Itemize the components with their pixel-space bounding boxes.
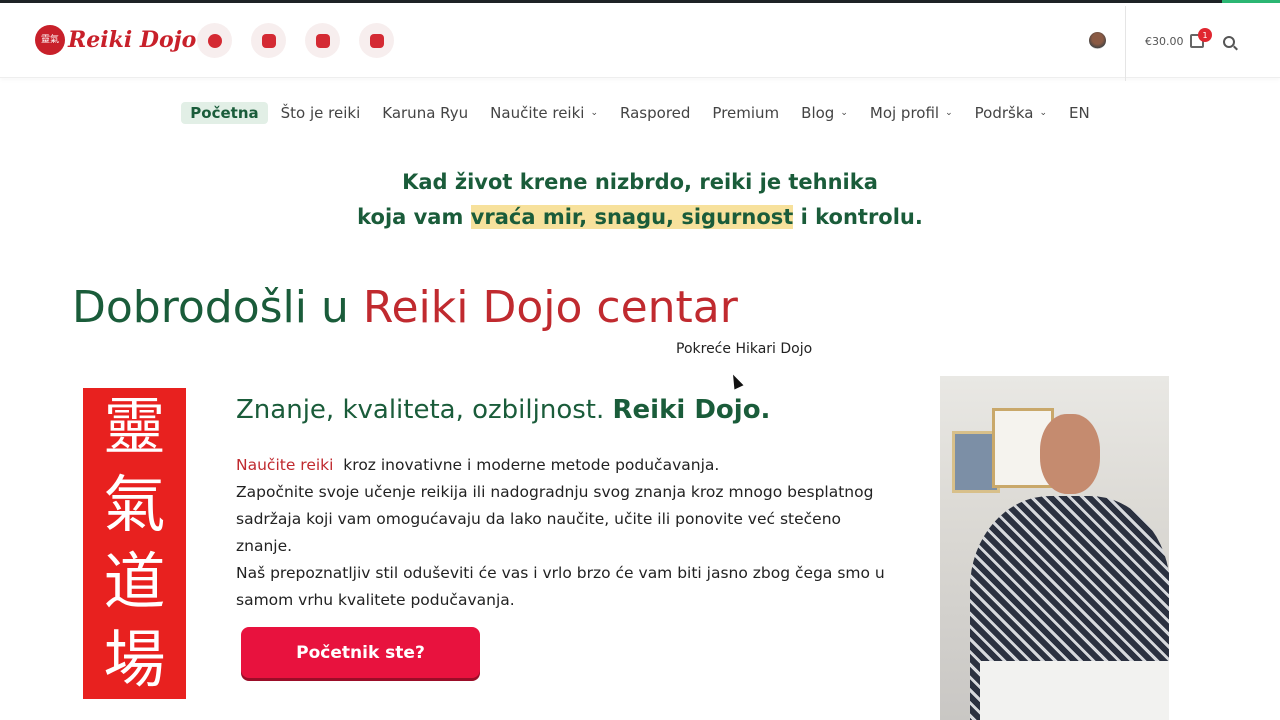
chevron-down-icon: ⌄ [840,108,848,118]
nav-item-podrska[interactable]: Podrška ⌄ [966,102,1056,124]
nav-item-pocetna[interactable]: Početna [181,102,268,124]
facebook-icon[interactable] [197,23,232,58]
cart-count-badge: 1 [1198,28,1212,42]
chevron-down-icon: ⌄ [1039,108,1047,118]
youtube-icon[interactable] [305,23,340,58]
nav-item-en[interactable]: EN [1060,102,1099,124]
chevron-down-icon: ⌄ [945,108,953,118]
nav-item-moj-profil[interactable]: Moj profil ⌄ [861,102,962,124]
nav-item-premium[interactable]: Premium [703,102,788,124]
avatar[interactable] [1089,32,1106,49]
tagline: Kad život krene nizbrdo, reiki je tehnik… [357,170,923,229]
nav-item-karuna-ryu[interactable]: Karuna Ryu [373,102,477,124]
nav-item-naucite-reiki[interactable]: Naučite reiki ⌄ [481,102,607,124]
nav-item-sto-je-reiki[interactable]: Što je reiki [272,102,370,124]
cart-total[interactable]: €30.00 [1145,35,1184,48]
site-header: 靈氣 Reiki Dojo €30.00 1 [0,3,1280,81]
instagram-icon[interactable] [251,23,286,58]
intro-text: Naučite reiki kroz inovativne i moderne … [236,456,885,609]
mouse-cursor [728,372,744,390]
powered-by: Pokreće Hikari Dojo [676,341,813,357]
page-title: Dobrodošli u Reiki Dojo centar [72,282,738,333]
naucite-reiki-link[interactable]: Naučite reiki [236,456,333,474]
search-icon[interactable] [1223,36,1235,48]
divider [1125,6,1126,81]
logo[interactable]: 靈氣 Reiki Dojo [35,25,196,55]
reiki-dojo-banner: 靈氣道場 [83,388,186,699]
nav-item-raspored[interactable]: Raspored [611,102,699,124]
intro-heading: Znanje, kvaliteta, ozbiljnost. Reiki Doj… [236,395,771,425]
nav-item-blog[interactable]: Blog ⌄ [792,102,857,124]
beginner-button[interactable]: Početnik ste? [241,627,480,678]
logo-seal-icon: 靈氣 [35,25,65,55]
chevron-down-icon: ⌄ [590,108,599,118]
social-links [197,23,394,58]
teacher-photo [940,376,1169,720]
threads-icon[interactable] [359,23,394,58]
main-nav: Početna Što je reiki Karuna Ryu Naučite … [0,102,1280,124]
